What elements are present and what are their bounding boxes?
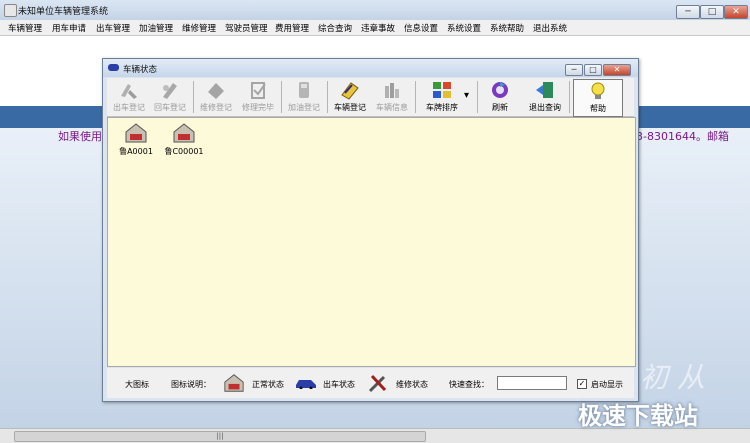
repair-done-icon bbox=[251, 82, 266, 99]
car-return-label: 回车登记 bbox=[154, 103, 186, 112]
fuel-register-label: 加油登记 bbox=[288, 103, 320, 112]
plate-sort-label: 车牌排序 bbox=[426, 103, 458, 112]
toolbar-separator bbox=[193, 81, 194, 113]
legend-repair-label: 维修状态 bbox=[396, 380, 428, 389]
tools-icon bbox=[368, 374, 387, 393]
vehicle-plate: 鲁C00001 bbox=[164, 147, 204, 156]
menu-info-settings[interactable]: 信息设置 bbox=[404, 22, 438, 34]
car-out-icon bbox=[121, 84, 137, 99]
minimize-button[interactable]: ─ bbox=[676, 5, 700, 19]
vehicle-status-titlebar: 车辆状态 ─ □ ✕ bbox=[103, 59, 638, 77]
menu-exit[interactable]: 退出系统 bbox=[533, 22, 567, 34]
fuel-icon bbox=[299, 82, 309, 98]
app-title: 未知单位车辆管理系统 bbox=[18, 7, 109, 17]
car-return-button[interactable]: 回车登记 bbox=[150, 79, 190, 115]
status-footer: 大图标 图标说明： 正常状态 出车状态 维修状态 快速查找： ✓ 启动显示 bbox=[107, 368, 634, 398]
help-label: 帮助 bbox=[590, 104, 606, 113]
autostart-checkbox[interactable]: ✓ bbox=[577, 379, 587, 389]
autostart-label: 启动显示 bbox=[591, 380, 623, 389]
search-label: 快速查找： bbox=[449, 380, 489, 389]
toolbar: 出车登记 回车登记 维修登记 修理完毕 加油登记 车辆登记 车辆信息 车牌排序 … bbox=[107, 78, 634, 117]
car-icon bbox=[108, 64, 119, 71]
repair-register-icon bbox=[208, 83, 224, 99]
maximize-button[interactable]: □ bbox=[700, 5, 724, 19]
refresh-icon bbox=[492, 82, 508, 98]
banner-text-right: 3-8301644。邮箱 bbox=[636, 130, 729, 143]
legend-normal-label: 正常状态 bbox=[252, 380, 284, 389]
vehicle-register-icon bbox=[341, 82, 359, 100]
inner-close-button[interactable]: ✕ bbox=[603, 64, 631, 76]
menu-dispatch[interactable]: 出车管理 bbox=[96, 22, 130, 34]
repair-register-button[interactable]: 维修登记 bbox=[196, 79, 236, 115]
garage-icon bbox=[125, 123, 147, 143]
menu-repair[interactable]: 维修管理 bbox=[182, 22, 216, 34]
menu-bar: 车辆管理 用车申请 出车管理 加油管理 维修管理 驾驶员管理 费用管理 综合查询… bbox=[0, 20, 750, 36]
vehicle-list-area: 鲁A0001 鲁C00001 bbox=[107, 117, 636, 367]
car-out-button[interactable]: 出车登记 bbox=[109, 79, 149, 115]
vehicle-info-icon bbox=[385, 83, 399, 98]
legend-out-label: 出车状态 bbox=[323, 380, 355, 389]
app-icon bbox=[4, 4, 17, 17]
help-button[interactable]: 帮助 bbox=[573, 79, 623, 117]
car-out-status-icon bbox=[296, 380, 316, 389]
toolbar-separator bbox=[569, 81, 570, 113]
vehicle-status-title: 车辆状态 bbox=[123, 65, 158, 75]
repair-done-label: 修理完毕 bbox=[242, 103, 274, 112]
toolbar-separator bbox=[415, 81, 416, 113]
menu-violation[interactable]: 违章事故 bbox=[361, 22, 395, 34]
banner-text-left: 如果使用 bbox=[58, 130, 102, 143]
sort-icon bbox=[433, 82, 451, 98]
app-titlebar: 未知单位车辆管理系统 ─ □ ✕ bbox=[0, 0, 750, 21]
scrollbar-thumb[interactable]: ||| bbox=[14, 431, 426, 442]
vehicle-info-label: 车辆信息 bbox=[376, 103, 408, 112]
exit-query-button[interactable]: 退出查询 bbox=[523, 79, 567, 115]
inner-minimize-button[interactable]: ─ bbox=[565, 64, 583, 76]
vehicle-register-label: 车辆登记 bbox=[334, 103, 366, 112]
vehicle-plate: 鲁A0001 bbox=[119, 147, 153, 156]
vehicle-info-button[interactable]: 车辆信息 bbox=[372, 79, 412, 115]
vehicle-item[interactable]: 鲁C00001 bbox=[160, 122, 208, 157]
watermark: 极速下载站 bbox=[578, 402, 698, 430]
car-return-icon bbox=[163, 83, 177, 99]
banner-decor-text: 初 从 bbox=[640, 361, 705, 394]
menu-expense[interactable]: 费用管理 bbox=[275, 22, 309, 34]
menu-query[interactable]: 综合查询 bbox=[318, 22, 352, 34]
menu-driver[interactable]: 驾驶员管理 bbox=[225, 22, 268, 34]
toolbar-separator bbox=[477, 81, 478, 113]
fuel-register-button[interactable]: 加油登记 bbox=[284, 79, 324, 115]
vehicle-item[interactable]: 鲁A0001 bbox=[112, 122, 160, 157]
menu-fuel[interactable]: 加油管理 bbox=[139, 22, 173, 34]
exit-query-icon bbox=[536, 82, 553, 98]
vehicle-register-button[interactable]: 车辆登记 bbox=[330, 79, 370, 115]
toolbar-separator bbox=[327, 81, 328, 113]
menu-vehicle-mgmt[interactable]: 车辆管理 bbox=[8, 22, 42, 34]
garage-icon bbox=[173, 123, 195, 143]
refresh-button[interactable]: 刷新 bbox=[480, 79, 520, 115]
plate-sort-button[interactable]: 车牌排序 bbox=[418, 79, 466, 115]
refresh-label: 刷新 bbox=[492, 103, 508, 112]
inner-maximize-button[interactable]: □ bbox=[584, 64, 602, 76]
close-button[interactable]: ✕ bbox=[724, 5, 748, 19]
garage-icon bbox=[224, 374, 244, 392]
repair-register-label: 维修登记 bbox=[200, 103, 232, 112]
car-out-label: 出车登记 bbox=[113, 103, 145, 112]
menu-help[interactable]: 系统帮助 bbox=[490, 22, 524, 34]
repair-done-button[interactable]: 修理完毕 bbox=[238, 79, 278, 115]
help-icon bbox=[591, 82, 605, 99]
menu-system-settings[interactable]: 系统设置 bbox=[447, 22, 481, 34]
menu-car-request[interactable]: 用车申请 bbox=[52, 22, 86, 34]
vehicle-status-window: 车辆状态 ─ □ ✕ 出车登记 回车登记 维修登记 修理完毕 加油登记 车辆登记… bbox=[102, 58, 639, 402]
sort-dropdown-arrow[interactable]: ▾ bbox=[464, 90, 469, 101]
view-mode-label[interactable]: 大图标 bbox=[125, 379, 149, 390]
exit-query-label: 退出查询 bbox=[529, 103, 561, 112]
legend-label: 图标说明： bbox=[171, 380, 211, 389]
search-input[interactable] bbox=[497, 376, 567, 390]
toolbar-separator bbox=[281, 81, 282, 113]
